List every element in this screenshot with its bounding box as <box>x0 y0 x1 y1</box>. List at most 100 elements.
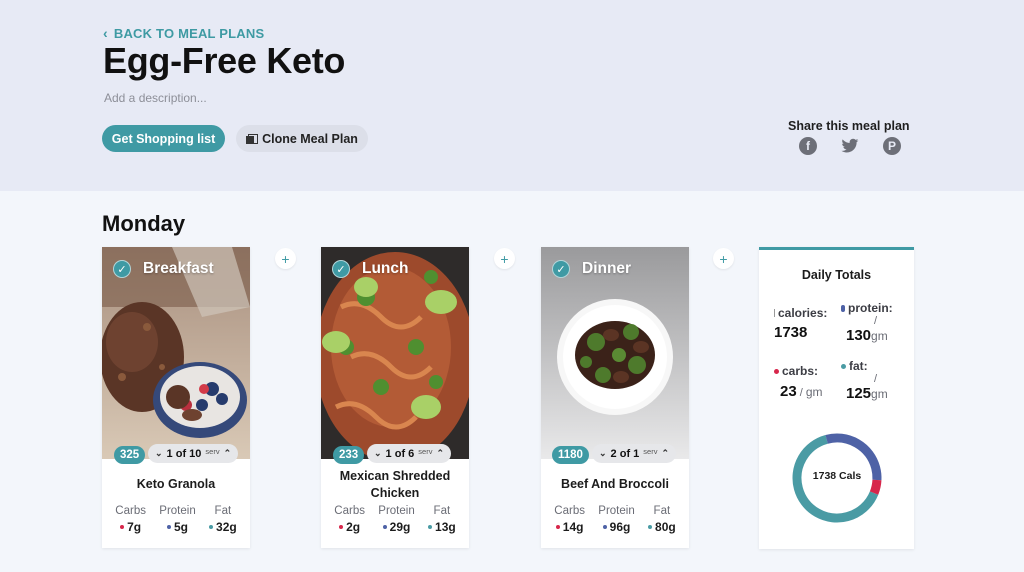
total-protein-label: protein: <box>848 301 893 315</box>
fat-dot <box>648 525 653 529</box>
daily-totals-panel: Daily Totals calories: 1738 protein: / 1… <box>759 247 914 549</box>
fat-dot <box>841 363 846 369</box>
chevron-down-icon[interactable]: ⌄ <box>374 448 382 459</box>
chevron-left-icon: ‹ <box>103 25 108 41</box>
macro-protein: Protein 96g <box>598 505 634 534</box>
macro-carbs: Carbs 7g <box>115 505 146 534</box>
macro-value: 2g <box>346 520 361 534</box>
pinterest-icon[interactable]: P <box>883 137 901 155</box>
daily-totals-title: Daily Totals <box>801 268 872 282</box>
servings-value: 1 of 6 <box>385 447 415 460</box>
macro-label: Fat <box>653 505 671 517</box>
calories-badge: 233 <box>333 446 365 464</box>
total-fat-label: fat: <box>849 359 868 373</box>
total-protein-value: 130 <box>846 327 872 344</box>
carbs-dot <box>555 525 560 529</box>
servings-unit: serv <box>205 446 220 456</box>
clone-meal-plan-button[interactable]: Clone Meal Plan <box>236 125 368 152</box>
total-protein-unit: gm <box>871 329 888 343</box>
macro-fat: Fat 13g <box>428 505 456 534</box>
checkmark-icon[interactable]: ✓ <box>332 260 350 278</box>
meal-card-dinner[interactable]: ✓ Dinner 1180 ⌄ 2 of 1 serv ⌃ Beef And B… <box>541 247 689 548</box>
slash-divider: / <box>874 373 878 385</box>
total-protein: protein: / 130gm <box>841 301 893 345</box>
meal-type-label: Lunch <box>362 260 409 277</box>
servings-value: 2 of 1 <box>610 447 640 460</box>
protein-dot <box>166 525 171 529</box>
servings-stepper[interactable]: ⌄ 1 of 10 serv ⌃ <box>148 444 239 463</box>
macro-label: Fat <box>433 505 451 517</box>
macro-row: Carbs 2g Protein 29g Fat 13g <box>321 505 469 534</box>
macro-value: 5g <box>173 520 188 534</box>
total-calories-value: 1738 <box>774 324 808 341</box>
fat-dot <box>209 525 214 529</box>
checkmark-icon[interactable]: ✓ <box>113 260 131 278</box>
add-meal-button[interactable]: + <box>494 248 515 269</box>
meal-card-lunch[interactable]: ✓ Lunch 233 ⌄ 1 of 6 serv ⌃ Mexican Shre… <box>321 247 469 548</box>
twitter-icon[interactable] <box>841 137 859 155</box>
macro-value: 80g <box>655 520 676 534</box>
carbs-dot <box>339 525 344 529</box>
recipe-photo[interactable] <box>541 247 689 459</box>
servings-value: 1 of 10 <box>166 447 202 460</box>
macro-label: Carbs <box>115 505 146 517</box>
recipe-name[interactable]: Beef And Broccoli <box>541 476 689 493</box>
macro-protein: Protein 5g <box>159 505 195 534</box>
macro-label: Carbs <box>334 505 365 517</box>
macro-value: 13g <box>435 520 456 534</box>
macro-protein: Protein 29g <box>378 505 414 534</box>
total-carbs-label: carbs: <box>782 364 819 378</box>
total-fat-value: 125 <box>846 385 872 402</box>
recipe-photo[interactable] <box>321 247 469 459</box>
macro-row: Carbs 14g Protein 96g Fat 80g <box>541 505 689 534</box>
day-title: Monday <box>102 211 186 236</box>
total-calories-label: calories: <box>778 306 828 320</box>
meal-type-label: Breakfast <box>143 260 214 277</box>
servings-unit: serv <box>643 446 658 456</box>
fat-dot <box>428 525 433 529</box>
servings-stepper[interactable]: ⌄ 1 of 6 serv ⌃ <box>367 444 451 463</box>
macro-label: Fat <box>214 505 232 517</box>
carbs-dot <box>120 525 125 529</box>
back-to-meal-plans-link[interactable]: ‹ BACK TO MEAL PLANS <box>103 25 264 41</box>
add-meal-button[interactable]: + <box>275 248 296 269</box>
facebook-icon[interactable]: f <box>799 137 817 155</box>
copy-icon <box>246 133 259 144</box>
share-icons: f P <box>799 137 901 155</box>
chevron-up-icon[interactable]: ⌃ <box>661 448 669 459</box>
total-carbs-value: 23 <box>780 383 797 400</box>
description-field[interactable]: Add a description... <box>104 91 207 105</box>
chevron-up-icon[interactable]: ⌃ <box>224 448 232 459</box>
protein-dot <box>841 304 845 312</box>
recipe-name[interactable]: Keto Granola <box>102 476 250 493</box>
macro-fat: Fat 80g <box>648 505 676 534</box>
macro-label: Protein <box>378 505 415 517</box>
total-carbs-unit: gm <box>805 385 823 399</box>
calories-marker <box>774 309 775 317</box>
macro-carbs: Carbs 2g <box>334 505 365 534</box>
plan-header: ‹ BACK TO MEAL PLANS Egg-Free Keto Add a… <box>0 0 1024 191</box>
macro-label: Protein <box>598 505 635 517</box>
macro-value: 32g <box>216 520 237 534</box>
donut-center-label: 1738 Cals <box>812 470 862 482</box>
macro-row: Carbs 7g Protein 5g Fat 32g <box>102 505 250 534</box>
meal-card-breakfast[interactable]: ✓ Breakfast 325 ⌄ 1 of 10 serv ⌃ Keto Gr… <box>102 247 250 548</box>
total-carbs: carbs: 23 / gm <box>774 364 823 401</box>
macro-carbs: Carbs 14g <box>554 505 585 534</box>
chevron-down-icon[interactable]: ⌄ <box>155 448 163 459</box>
recipe-photo[interactable] <box>102 247 250 459</box>
total-calories: calories: 1738 <box>774 306 827 341</box>
macro-value: 29g <box>389 520 411 534</box>
get-shopping-list-button[interactable]: Get Shopping list <box>102 125 225 152</box>
protein-dot <box>382 525 387 529</box>
back-link-label: BACK TO MEAL PLANS <box>113 25 265 41</box>
checkmark-icon[interactable]: ✓ <box>552 260 570 278</box>
total-fat-unit: gm <box>871 387 888 401</box>
recipe-name[interactable]: Mexican Shredded Chicken <box>321 468 469 502</box>
calories-badge: 325 <box>114 446 146 464</box>
clone-button-label: Clone Meal Plan <box>262 131 358 146</box>
servings-stepper[interactable]: ⌄ 2 of 1 serv ⌃ <box>592 444 676 463</box>
chevron-up-icon[interactable]: ⌃ <box>436 448 444 459</box>
add-meal-button[interactable]: + <box>713 248 734 269</box>
chevron-down-icon[interactable]: ⌄ <box>599 448 607 459</box>
